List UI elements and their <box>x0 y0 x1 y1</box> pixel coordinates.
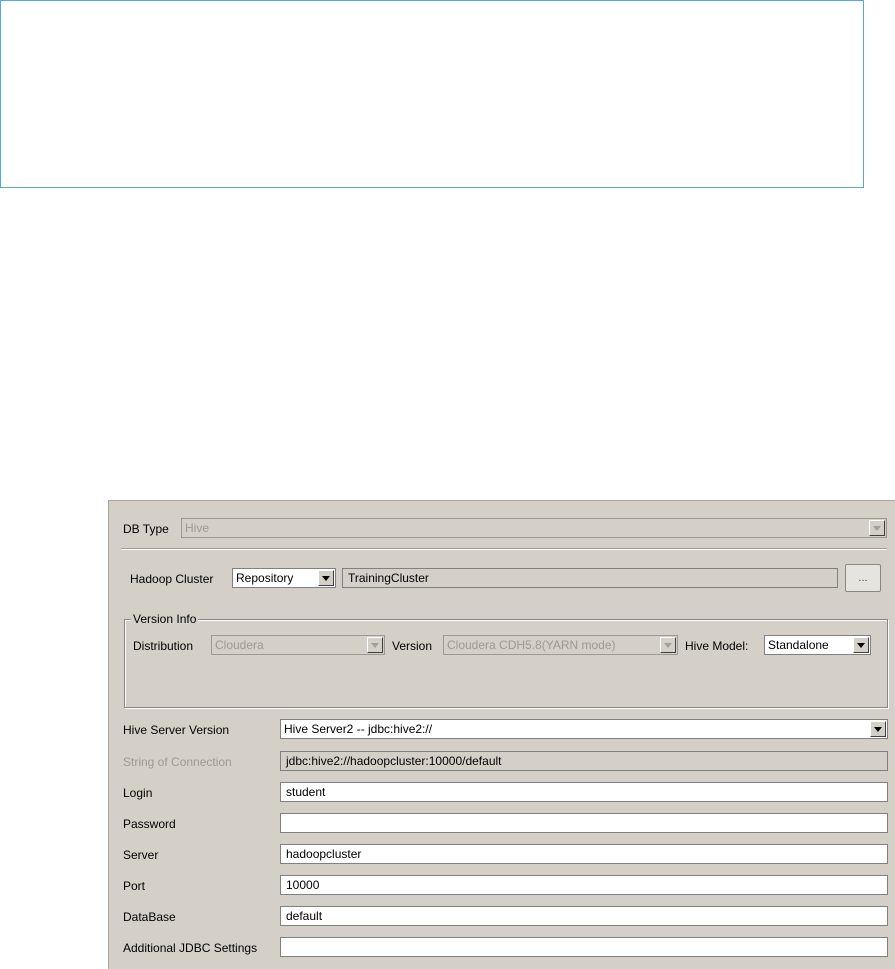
hive-model-select[interactable]: Standalone <box>764 635 871 655</box>
distribution-label: Distribution <box>133 639 194 653</box>
jdbc-settings-label: Additional JDBC Settings <box>123 941 258 955</box>
jdbc-settings-field[interactable] <box>280 937 888 957</box>
password-field[interactable] <box>280 813 888 833</box>
version-select[interactable]: Cloudera CDH5.8(YARN mode) <box>443 635 678 655</box>
hadoop-cluster-label: Hadoop Cluster <box>130 572 214 586</box>
version-value: Cloudera CDH5.8(YARN mode) <box>447 638 616 652</box>
login-field[interactable]: student <box>280 782 888 802</box>
empty-text-panel <box>0 0 864 188</box>
db-type-value: Hive <box>185 521 210 535</box>
version-info-title: Version Info <box>131 612 199 626</box>
server-value: hadoopcluster <box>286 847 362 861</box>
hive-server-version-label: Hive Server Version <box>123 723 230 737</box>
chevron-down-icon <box>869 520 885 536</box>
chevron-down-icon <box>318 570 334 586</box>
hadoop-cluster-mode-value: Repository <box>236 571 294 585</box>
server-label: Server <box>123 848 159 862</box>
chevron-down-icon <box>853 637 869 653</box>
hive-server-version-select[interactable]: Hive Server2 -- jdbc:hive2:// <box>280 719 888 739</box>
hive-model-value: Standalone <box>768 638 829 652</box>
db-type-label: DB Type <box>123 522 169 536</box>
hive-server-version-value: Hive Server2 -- jdbc:hive2:// <box>284 722 433 736</box>
port-value: 10000 <box>286 878 320 892</box>
chevron-down-icon <box>870 721 886 737</box>
distribution-select[interactable]: Cloudera <box>211 635 385 655</box>
login-label: Login <box>123 786 153 800</box>
version-label: Version <box>392 639 433 653</box>
hadoop-cluster-field: TrainingCluster <box>342 568 838 588</box>
port-label: Port <box>123 879 146 893</box>
port-field[interactable]: 10000 <box>280 875 888 895</box>
distribution-value: Cloudera <box>215 638 264 652</box>
separator <box>121 548 887 550</box>
browse-cluster-button[interactable]: ... <box>845 564 881 592</box>
hive-connection-form: DB Type Hive Hadoop Cluster Repository T… <box>108 500 895 969</box>
chevron-down-icon <box>367 637 383 653</box>
login-value: student <box>286 785 326 799</box>
hive-model-label: Hive Model: <box>685 639 749 653</box>
connection-string-field: jdbc:hive2://hadoopcluster:10000/default <box>280 751 888 771</box>
hadoop-cluster-value: TrainingCluster <box>348 571 429 585</box>
password-label: Password <box>123 817 176 831</box>
version-info-group: Version Info Distribution Cloudera Versi… <box>124 612 888 708</box>
database-field[interactable]: default <box>280 906 888 926</box>
database-label: DataBase <box>123 910 176 924</box>
database-value: default <box>286 909 323 923</box>
connection-string-value: jdbc:hive2://hadoopcluster:10000/default <box>286 754 502 768</box>
server-field[interactable]: hadoopcluster <box>280 844 888 864</box>
hadoop-cluster-mode-select[interactable]: Repository <box>232 568 336 588</box>
chevron-down-icon <box>660 637 676 653</box>
connection-string-label: String of Connection <box>123 755 232 769</box>
db-type-select[interactable]: Hive <box>181 518 887 538</box>
